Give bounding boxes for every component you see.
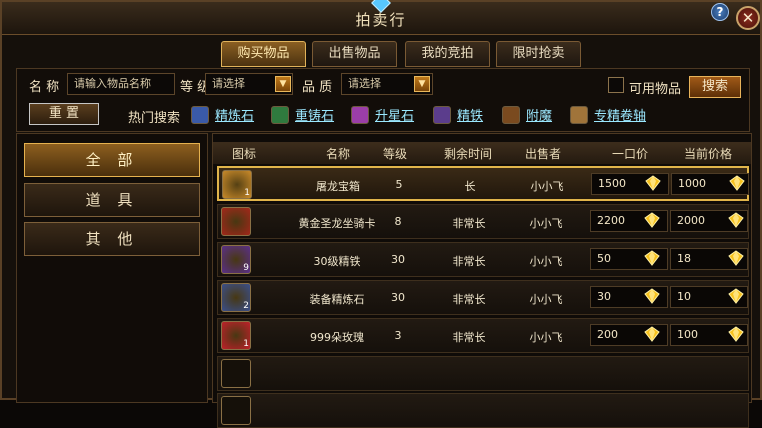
- fine-iron-icon: [433, 105, 451, 124]
- category-sidebar: 全 部 道 具 其 他: [16, 133, 208, 403]
- hot-item-refine-stone[interactable]: 精炼石: [191, 105, 254, 124]
- col-current: 当前价格: [683, 147, 732, 161]
- col-level: 等级: [382, 147, 407, 161]
- level-dropdown-icon[interactable]: ▼: [275, 76, 291, 92]
- item-seller: 小小飞: [529, 331, 563, 344]
- tab-sell[interactable]: 出售物品: [312, 41, 397, 67]
- usable-checkbox[interactable]: [608, 77, 624, 93]
- item-level: 30: [391, 291, 405, 304]
- item-icon: 2: [221, 283, 251, 312]
- empty-slot-icon: [221, 396, 251, 425]
- scroll-icon: [570, 105, 588, 124]
- diamond-icon: [728, 326, 744, 342]
- item-seller: 小小飞: [529, 293, 563, 306]
- refine-stone-icon: [191, 105, 209, 124]
- empty-row: [217, 356, 749, 391]
- table-header: 图标 名称 等级 剩余时间 出售者 一口价 当前价格: [213, 142, 751, 164]
- item-icon: 1: [222, 170, 252, 199]
- diamond-icon: [644, 212, 660, 228]
- table-row[interactable]: 9 30级精铁 30 非常长 小小飞 50 18: [217, 242, 749, 277]
- hot-search-label: 热门搜索: [128, 111, 181, 126]
- diamond-icon: [728, 212, 744, 228]
- item-time: 非常长: [452, 331, 486, 344]
- item-count: 2: [243, 301, 249, 311]
- item-level: 5: [395, 178, 403, 191]
- diamond-icon: [645, 175, 661, 191]
- close-button[interactable]: ✕: [736, 6, 760, 30]
- item-count: 9: [243, 263, 249, 273]
- tab-my-bids[interactable]: 我的竞拍: [405, 41, 490, 67]
- item-icon: 1: [221, 321, 251, 350]
- diamond-icon: [728, 288, 744, 304]
- category-items[interactable]: 道 具: [24, 183, 200, 217]
- item-level: 8: [394, 215, 402, 228]
- item-time: 长: [464, 180, 476, 193]
- item-time: 非常长: [452, 255, 486, 268]
- col-time: 剩余时间: [443, 147, 492, 161]
- listing-table: 图标 名称 等级 剩余时间 出售者 一口价 当前价格 1 屠龙宝箱 5 长 小小…: [212, 133, 752, 428]
- item-level: 3: [394, 329, 402, 342]
- tab-flash-sale[interactable]: 限时抢卖: [496, 41, 581, 67]
- table-row[interactable]: 2 装备精炼石 30 非常长 小小飞 30 10: [217, 280, 749, 315]
- empty-row: [217, 393, 749, 428]
- usable-label: 可用物品: [629, 82, 682, 97]
- diamond-icon: [644, 250, 660, 266]
- table-row[interactable]: 1 999朵玫瑰 3 非常长 小小飞 200 100: [217, 318, 749, 353]
- item-seller: 小小飞: [530, 180, 564, 193]
- item-count: 1: [243, 339, 249, 349]
- col-icon: 图标: [231, 147, 256, 161]
- title-bar: 拍卖行 ? ✕: [2, 0, 760, 35]
- diamond-icon: [729, 175, 745, 191]
- hot-item-star-stone[interactable]: 升星石: [351, 105, 414, 124]
- item-icon: 9: [221, 245, 251, 274]
- table-row[interactable]: 1 屠龙宝箱 5 长 小小飞 1500 1000: [217, 166, 749, 201]
- category-all[interactable]: 全 部: [24, 143, 200, 177]
- item-time: 非常长: [452, 217, 486, 230]
- hot-item-mastery-scroll[interactable]: 专精卷轴: [570, 105, 646, 124]
- quality-dropdown-icon[interactable]: ▼: [414, 76, 430, 92]
- hot-item-recast-stone[interactable]: 重铸石: [271, 105, 334, 124]
- hot-item-enchant[interactable]: 附魔: [502, 105, 552, 124]
- hot-item-fine-iron[interactable]: 精铁: [433, 105, 483, 124]
- table-row[interactable]: 黄金圣龙坐骑卡 8 非常长 小小飞 2200 2000: [217, 204, 749, 239]
- diamond-icon: [644, 326, 660, 342]
- search-panel: 名 称 请输入物品名称 等 级 请选择 ▼ 品 质 请选择 ▼ 可用物品 搜索 …: [16, 68, 750, 132]
- item-time: 非常长: [452, 293, 486, 306]
- item-seller: 小小飞: [529, 255, 563, 268]
- quality-label: 品 质: [302, 80, 333, 95]
- window-title: 拍卖行: [355, 11, 407, 29]
- star-stone-icon: [351, 105, 369, 124]
- recast-stone-icon: [271, 105, 289, 124]
- help-button[interactable]: ?: [711, 3, 729, 21]
- diamond-icon: [644, 288, 660, 304]
- col-buyout: 一口价: [611, 147, 648, 161]
- category-other[interactable]: 其 他: [24, 222, 200, 256]
- col-seller: 出售者: [524, 147, 561, 161]
- reset-button[interactable]: 重 置: [29, 103, 99, 125]
- item-icon: [221, 207, 251, 236]
- diamond-icon: [728, 250, 744, 266]
- item-level: 30: [391, 253, 405, 266]
- search-button[interactable]: 搜索: [689, 76, 741, 98]
- name-label: 名 称: [29, 80, 60, 95]
- item-seller: 小小飞: [529, 217, 563, 230]
- name-input[interactable]: 请输入物品名称: [67, 73, 175, 95]
- tab-buy[interactable]: 购买物品: [221, 41, 306, 67]
- enchant-icon: [502, 105, 520, 124]
- auction-window: 拍卖行 ? ✕ 购买物品 出售物品 我的竞拍 限时抢卖 名 称 请输入物品名称 …: [0, 0, 762, 428]
- item-count: 1: [244, 188, 250, 198]
- empty-slot-icon: [221, 359, 251, 388]
